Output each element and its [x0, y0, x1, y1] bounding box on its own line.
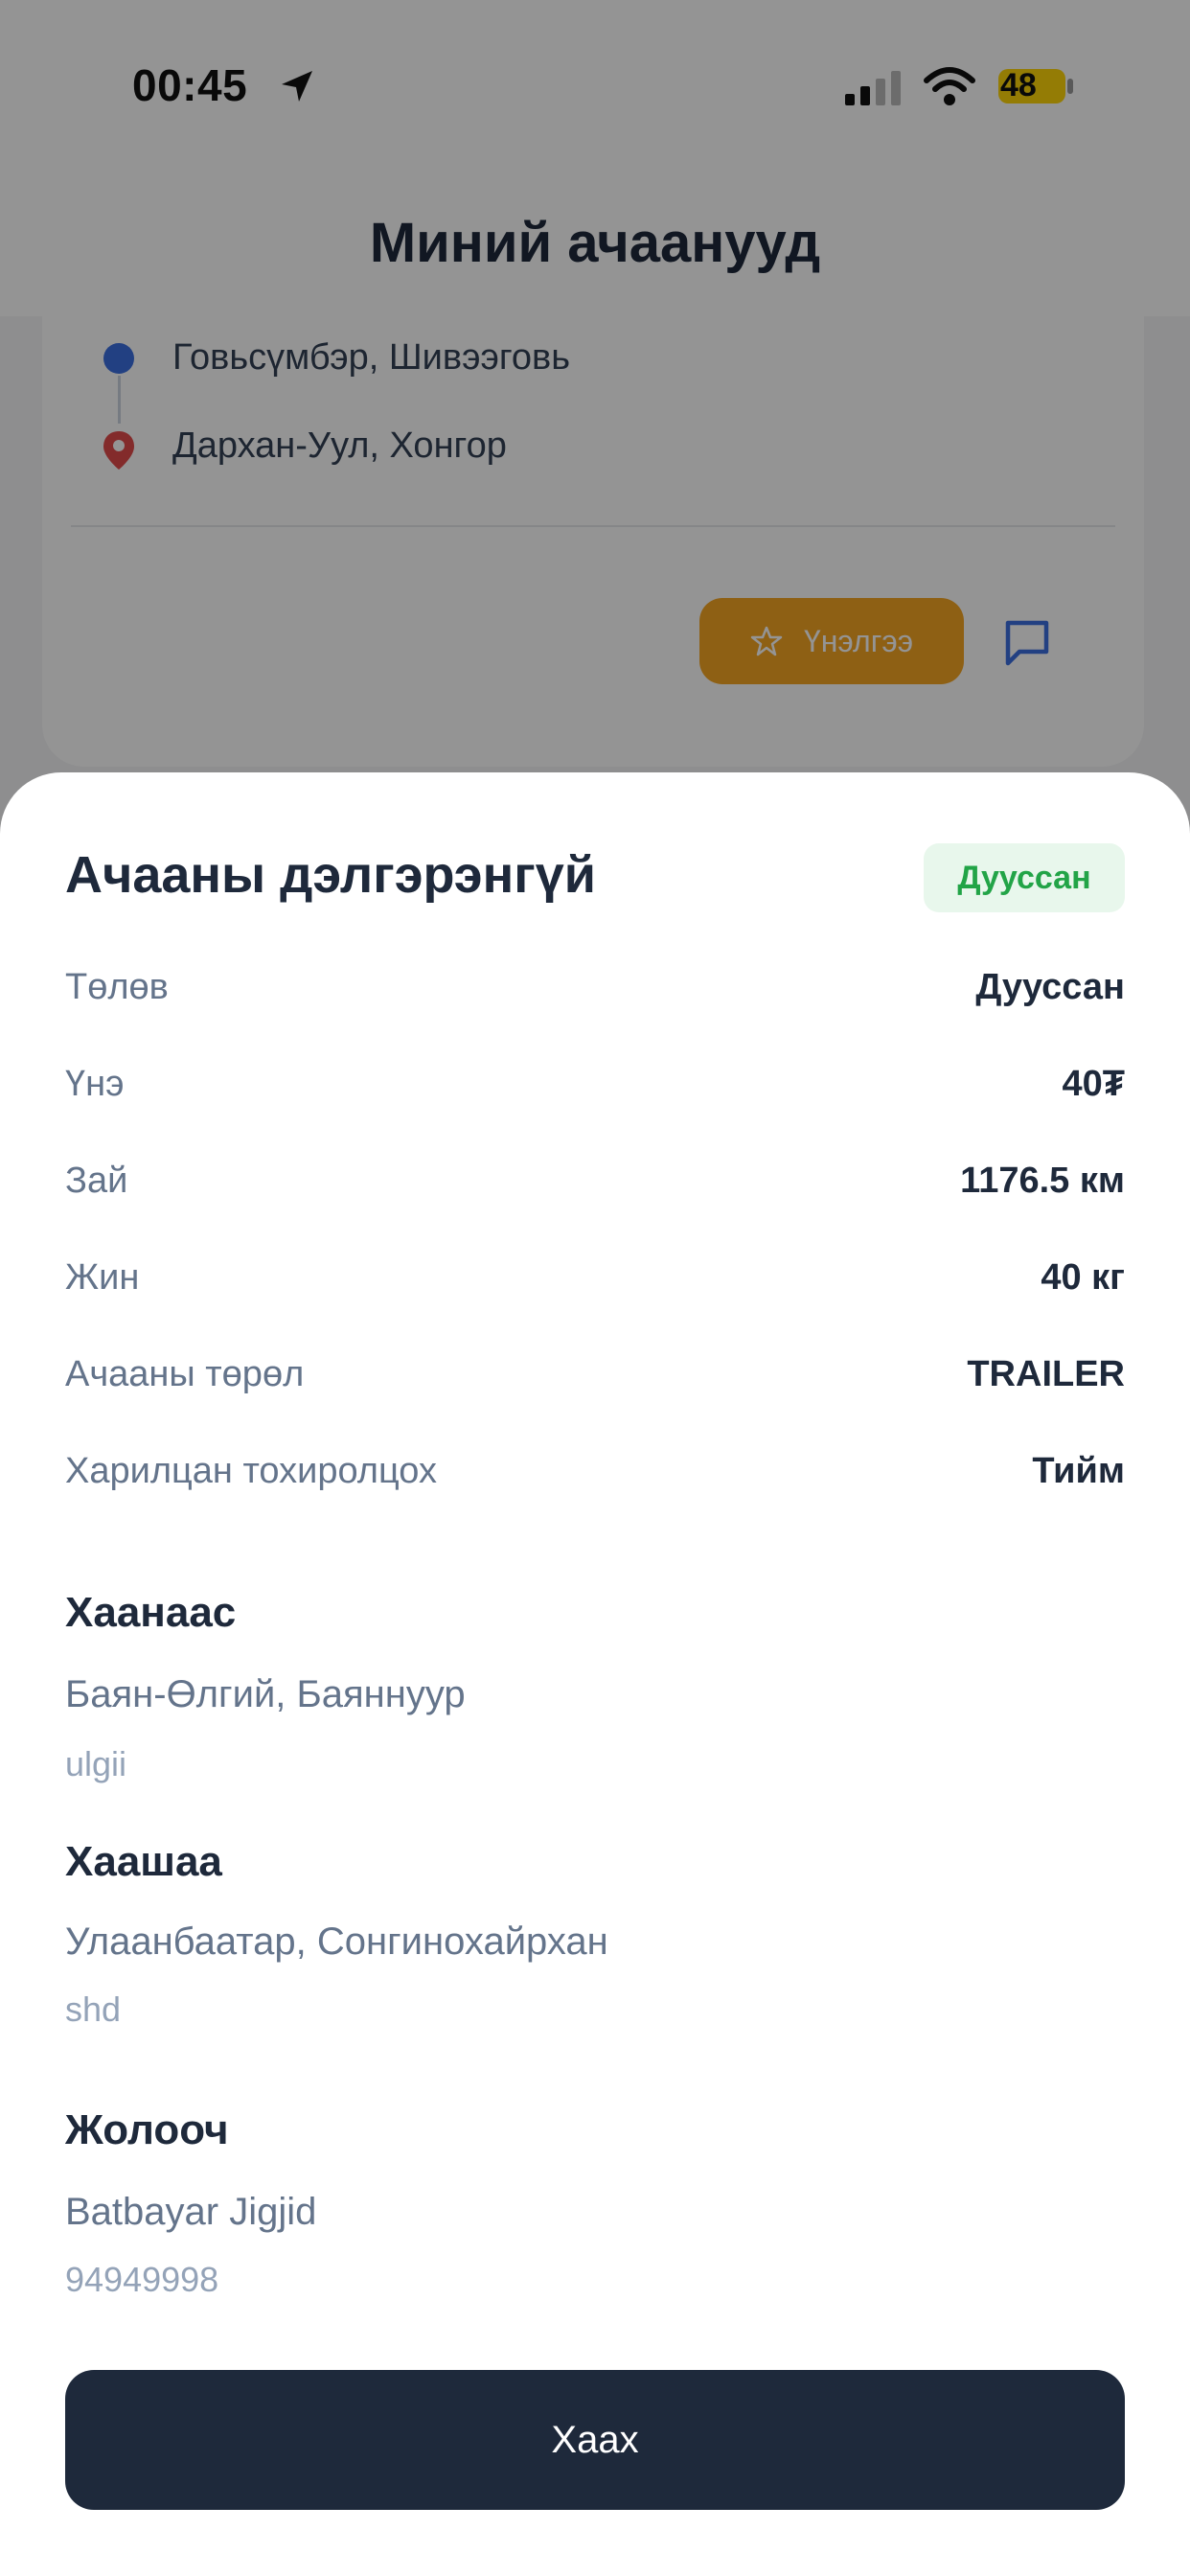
detail-label: Жин [65, 1256, 140, 1298]
detail-value: TRAILER [967, 1353, 1125, 1394]
to-location: Улаанбаатар, Сонгинохайрхан [65, 1920, 608, 1963]
detail-row-status: Төлөв Дууссан [65, 958, 1125, 1016]
from-section-title: Хаанаас [65, 1589, 237, 1636]
driver-name: Batbayar Jigjid [65, 2191, 317, 2233]
detail-row-distance: Зай 1176.5 км [65, 1152, 1125, 1209]
driver-phone: 94949998 [65, 2260, 219, 2299]
to-note: shd [65, 1990, 122, 2029]
cargo-detail-sheet: Ачааны дэлгэрэнгүй Дууссан Төлөв Дууссан… [0, 772, 1190, 2576]
from-location: Баян-Өлгий, Баяннуур [65, 1673, 466, 1715]
detail-row-negotiable: Харилцан тохиролцох Тийм [65, 1442, 1125, 1500]
driver-section-title: Жолооч [65, 2106, 229, 2153]
to-section-title: Хаашаа [65, 1838, 222, 1885]
detail-label: Зай [65, 1160, 128, 1201]
close-button[interactable]: Хаах [65, 2370, 1125, 2510]
detail-label: Үнэ [65, 1063, 125, 1104]
detail-row-cargo-type: Ачааны төрөл TRAILER [65, 1346, 1125, 1403]
sheet-title: Ачааны дэлгэрэнгүй [65, 846, 596, 904]
detail-label: Ачааны төрөл [65, 1353, 305, 1394]
detail-value: Дууссан [975, 966, 1125, 1007]
detail-value: 1176.5 км [960, 1160, 1125, 1201]
detail-value: Тийм [1032, 1450, 1125, 1491]
detail-label: Төлөв [65, 966, 169, 1007]
detail-row-price: Үнэ 40₮ [65, 1055, 1125, 1113]
detail-label: Харилцан тохиролцох [65, 1450, 438, 1491]
detail-value: 40 кг [1041, 1256, 1125, 1298]
screen: 00:45 48 Миний ачаанууд Говьсүмбэр, Шивэ… [0, 0, 1190, 2576]
from-note: ulgii [65, 1744, 127, 1783]
status-badge: Дууссан [924, 843, 1125, 912]
detail-row-weight: Жин 40 кг [65, 1249, 1125, 1306]
detail-value: 40₮ [1062, 1063, 1125, 1104]
